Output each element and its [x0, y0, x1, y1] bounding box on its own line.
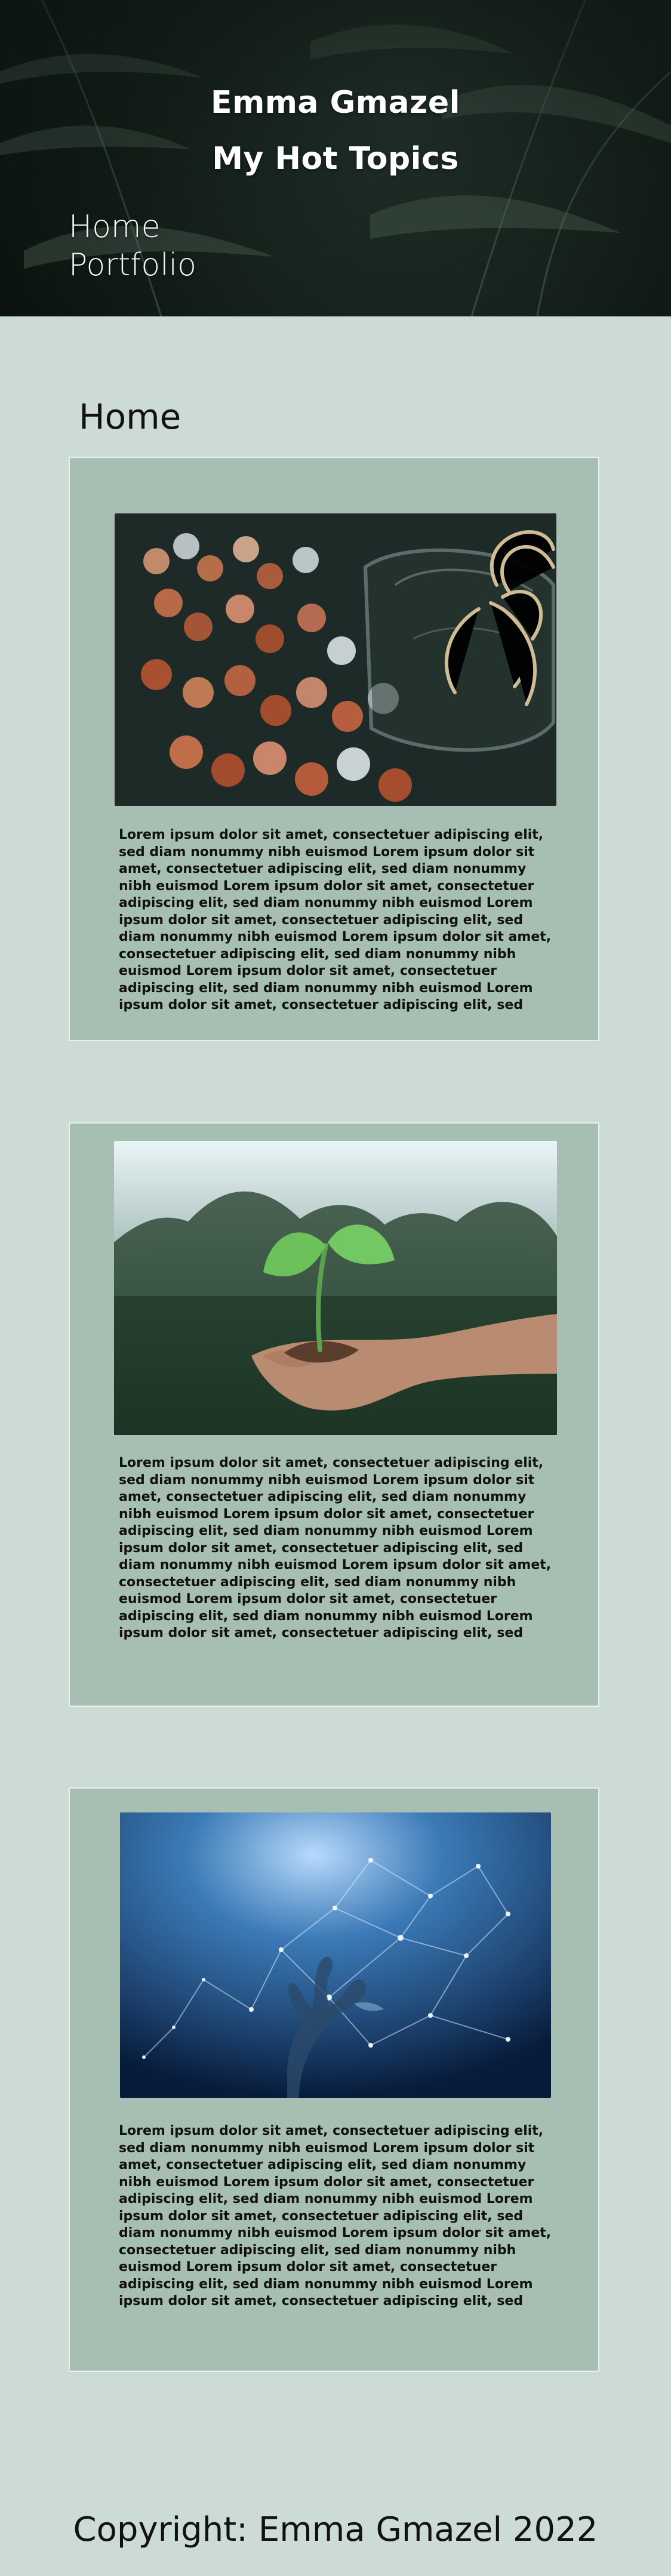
coins-jar-image — [115, 513, 556, 806]
site-subtitle: My Hot Topics — [212, 141, 459, 177]
main-nav: Home Portfolio — [69, 210, 196, 282]
sprout-hand-image — [114, 1141, 557, 1435]
page-title: Home — [79, 396, 181, 437]
content-card: Lorem ipsum dolor sit amet, consectetuer… — [69, 457, 599, 1041]
nav-link-home[interactable]: Home — [69, 210, 196, 244]
nav-link-portfolio[interactable]: Portfolio — [69, 248, 196, 282]
card-body-text: Lorem ipsum dolor sit amet, consectetuer… — [119, 827, 552, 1012]
card-body-text: Lorem ipsum dolor sit amet, consectetuer… — [119, 1455, 552, 1641]
content-card: Lorem ipsum dolor sit amet, consectetuer… — [69, 1787, 599, 2372]
network-robot-hand-image — [120, 1812, 551, 2098]
footer-copyright: Copyright: Emma Gmazel 2022 — [73, 2510, 598, 2549]
site-name: Emma Gmazel — [211, 85, 460, 121]
card-body-text: Lorem ipsum dolor sit amet, consectetuer… — [119, 2123, 552, 2309]
header-banner: Emma Gmazel My Hot Topics Home Portfolio — [0, 0, 671, 316]
content-card: Lorem ipsum dolor sit amet, consectetuer… — [69, 1122, 599, 1707]
